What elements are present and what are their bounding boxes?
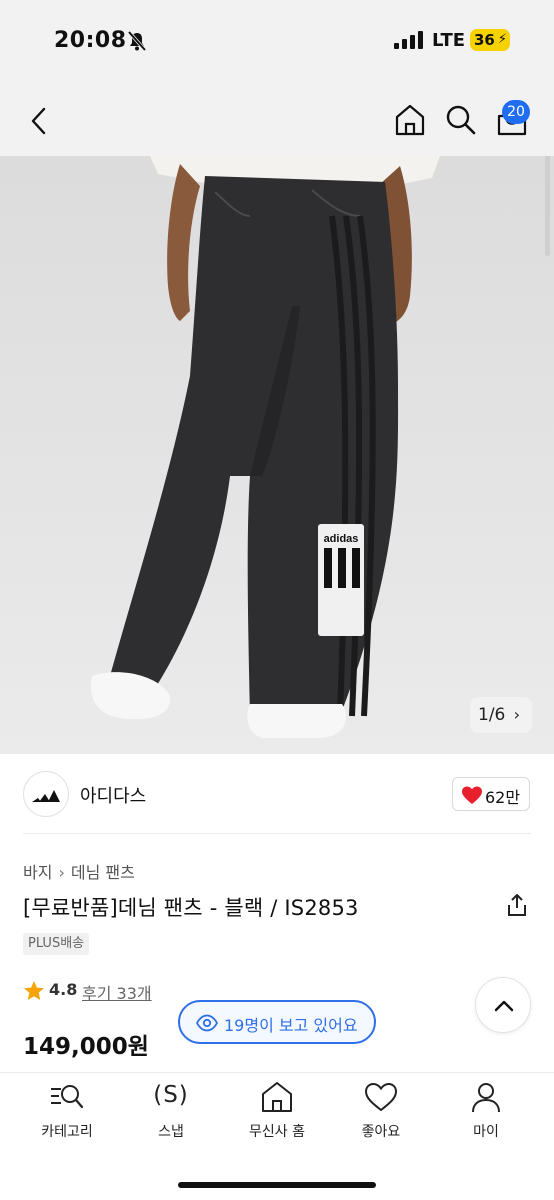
battery-level: 36 <box>474 31 495 49</box>
review-link[interactable]: 후기 33개 <box>82 980 152 1004</box>
breadcrumb-item[interactable]: 데님 팬츠 <box>71 859 135 883</box>
nav-item-home[interactable]: 무신사 홈 <box>227 1073 327 1153</box>
shipping-badge: PLUS배송 <box>23 933 90 955</box>
breadcrumb-item[interactable]: 바지 <box>23 859 52 883</box>
home-indicator <box>178 1182 376 1188</box>
chevron-right-icon: › <box>58 863 65 882</box>
share-icon[interactable] <box>506 893 528 917</box>
bell-off-icon <box>127 30 147 52</box>
heart-filled-icon <box>462 786 482 804</box>
heart-icon <box>364 1082 398 1112</box>
eye-icon <box>196 1014 218 1032</box>
product-image[interactable]: adidas <box>0 156 554 754</box>
like-button[interactable]: 62만 <box>452 777 530 811</box>
nav-label: 무신사 홈 <box>249 1124 305 1140</box>
bottom-nav: 카테고리 (S) 스냅 무신사 홈 좋아요 마이 <box>0 1072 554 1200</box>
cart-count-badge: 20 <box>502 100 530 124</box>
brand-name[interactable]: 아디다스 <box>80 782 146 808</box>
viewers-text: 19명이 보고 있어요 <box>224 1016 358 1035</box>
nav-item-my[interactable]: 마이 <box>436 1073 536 1153</box>
signal-icon <box>394 31 423 49</box>
home-icon <box>262 1082 292 1112</box>
product-title: [무료반품]데님 팬츠 - 블랙 / IS2853 <box>23 896 359 920</box>
nav-item-snap[interactable]: (S) 스냅 <box>121 1073 221 1153</box>
scroll-to-top-button[interactable] <box>475 977 531 1033</box>
status-time: 20:08 <box>54 28 127 53</box>
nav-label: 좋아요 <box>361 1124 401 1140</box>
image-counter[interactable]: 1/6 › <box>470 697 532 733</box>
status-bar: 20:08 LTE 36 ⚡ <box>0 0 554 84</box>
home-icon[interactable] <box>394 103 426 137</box>
nav-label: 카테고리 <box>41 1124 93 1140</box>
nav-label: 스냅 <box>158 1124 184 1140</box>
rating-value: 4.8 <box>49 980 78 999</box>
person-icon <box>472 1083 500 1113</box>
like-count: 62만 <box>485 788 521 807</box>
battery-indicator: 36 ⚡ <box>470 29 510 51</box>
snap-icon: (S) <box>153 1082 189 1108</box>
product-price: 149,000원 <box>23 1034 149 1060</box>
scrollbar-thumb[interactable] <box>545 156 550 256</box>
divider <box>23 833 531 834</box>
category-search-icon <box>51 1085 84 1109</box>
charging-icon: ⚡ <box>497 32 507 47</box>
brand-logo[interactable] <box>23 771 69 817</box>
nav-label: 마이 <box>473 1124 499 1140</box>
star-icon <box>24 981 44 1000</box>
back-icon[interactable] <box>28 106 52 136</box>
viewers-indicator[interactable]: 19명이 보고 있어요 <box>178 1000 376 1044</box>
patch-label: adidas <box>324 533 359 545</box>
chevron-up-icon <box>494 1000 514 1012</box>
network-label: LTE <box>432 30 466 51</box>
chevron-right-icon: › <box>513 705 520 724</box>
breadcrumb: 바지 › 데님 팬츠 <box>23 859 135 883</box>
nav-item-category[interactable]: 카테고리 <box>17 1073 117 1153</box>
nav-item-likes[interactable]: 좋아요 <box>331 1073 431 1153</box>
product-photo: adidas <box>90 156 440 738</box>
search-icon[interactable] <box>445 104 477 136</box>
image-counter-text: 1/6 <box>478 705 506 725</box>
adidas-logo-icon <box>32 790 60 802</box>
